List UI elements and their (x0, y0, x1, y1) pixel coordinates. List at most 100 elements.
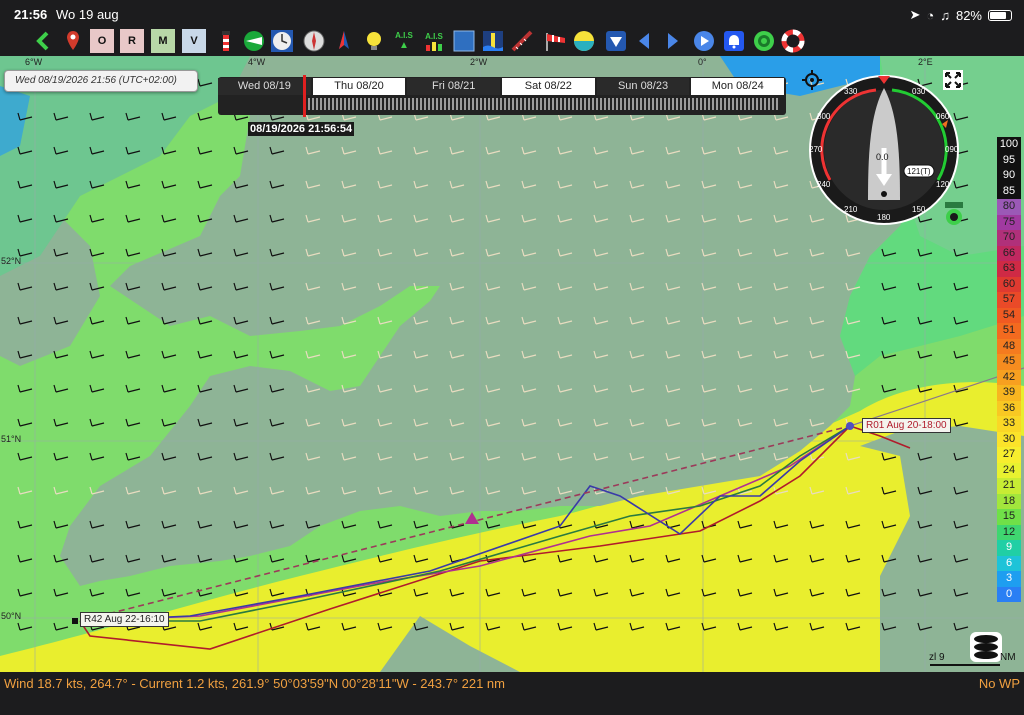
legend-value: 70 (997, 230, 1021, 246)
timeline-steps[interactable] (308, 98, 778, 110)
ruler-icon[interactable] (510, 29, 534, 53)
location-icon: ➤ (909, 7, 921, 22)
legend-value: 48 (997, 338, 1021, 354)
legend-value: 30 (997, 431, 1021, 447)
lat-label-51n: 51°N (1, 434, 22, 444)
tide-station-icon[interactable] (481, 29, 505, 53)
ais-icon[interactable]: A.I.S ▲ (390, 29, 418, 53)
play-icon[interactable] (692, 29, 716, 53)
wind-speed-legend: 100 95 90 85 80 75 70 66 63 60 57 54 51 48 45 42 39 36 33 3… (997, 137, 1021, 602)
legend-value: 85 (997, 183, 1021, 199)
route-start-label[interactable]: R01 Aug 20-18:00 (862, 418, 951, 433)
lon-label-6w: 6°W (25, 57, 43, 67)
timeline-cursor[interactable] (303, 75, 306, 117)
ios-status-bar: 21:56 Wo 19 aug ➤ ◔ ♫ 82% (0, 0, 1024, 28)
lon-label-0: 0° (698, 57, 707, 67)
legend-value: 80 (997, 199, 1021, 215)
arrow-left-icon[interactable] (633, 29, 657, 53)
heading-270: 270 (809, 145, 823, 154)
legend-value: 3 (997, 571, 1021, 587)
battery-percent: 82% (955, 7, 982, 23)
windsock-icon[interactable] (544, 29, 568, 53)
legend-value: 0 (997, 586, 1021, 602)
chart-m-icon[interactable]: M (151, 29, 175, 53)
waypoint-list-icon[interactable] (604, 29, 628, 53)
chart-v-label: V (190, 35, 198, 47)
ais-marker: ▲ (399, 40, 409, 51)
lighthouse-icon[interactable] (214, 29, 238, 53)
heading-180: 180 (877, 213, 891, 222)
legend-value: 21 (997, 478, 1021, 494)
heading-330: 330 (844, 87, 858, 96)
legend-value: 24 (997, 462, 1021, 478)
chart-o-icon[interactable]: O (90, 29, 114, 53)
legend-value: 36 (997, 400, 1021, 416)
forecast-timeline[interactable]: Wed 08/19 Thu 08/20 Fri 08/21 Sat 08/22 … (218, 75, 786, 117)
route-start-marker[interactable] (846, 422, 854, 430)
wifi-icon: ◔ (926, 7, 935, 23)
waypoint-status[interactable]: No WP (979, 676, 1020, 691)
heading-210: 210 (844, 205, 858, 214)
lon-label-4w: 4°W (248, 57, 266, 67)
scale-bar (930, 664, 1000, 666)
clock-compass-icon[interactable] (270, 29, 294, 53)
compass-speed: 0.0 (876, 152, 889, 162)
cursor-info: Wind 18.7 kts, 264.7° - Current 1.2 kts,… (4, 676, 505, 691)
map-pin-icon[interactable] (61, 29, 85, 53)
legend-value: 12 (997, 524, 1021, 540)
target-green-icon[interactable] (752, 29, 776, 53)
chart-o-label: O (97, 35, 107, 47)
ais-bars-icon[interactable]: A.I.S (420, 29, 448, 53)
zoom-level: zl 9 (929, 652, 945, 663)
legend-value: 63 (997, 261, 1021, 277)
lat-label-52n: 52°N (1, 256, 22, 266)
back-chevron-icon[interactable] (32, 29, 56, 53)
legend-value: 9 (997, 540, 1021, 556)
scale-unit: NM (1000, 652, 1016, 663)
grib-weather-icon[interactable] (572, 29, 596, 53)
legend-value: 57 (997, 292, 1021, 308)
legend-value: 18 (997, 493, 1021, 509)
chart-r-label: R (128, 35, 136, 47)
chart-v-icon[interactable]: V (182, 29, 206, 53)
north-arrow-icon[interactable] (332, 29, 356, 53)
sailing-icon[interactable] (242, 29, 266, 53)
legend-value: 54 (997, 307, 1021, 323)
lifebuoy-icon[interactable] (781, 29, 805, 53)
lightbulb-icon[interactable] (362, 29, 386, 53)
legend-value: 15 (997, 509, 1021, 525)
timeline-day[interactable]: Sat 08/22 (502, 78, 595, 95)
timeline-day[interactable]: Fri 08/21 (407, 78, 501, 95)
timeline-day[interactable]: Wed 08/19 (218, 78, 311, 95)
compass-rose[interactable]: 330 030 300 060 270 090 240 120 210 150 … (806, 74, 962, 226)
compass-bearing: 121(T) (907, 167, 931, 176)
ais-label: A.I.S (395, 31, 413, 40)
timeline-day[interactable]: Sun 08/23 (596, 78, 690, 95)
headphones-icon: ♫ (940, 7, 950, 23)
timeline-day[interactable]: Mon 08/24 (691, 78, 785, 95)
legend-value: 100 (997, 137, 1021, 153)
mob-icon[interactable] (943, 202, 965, 226)
toolbar: O R M V A.I.S ▲ A.I.S (0, 28, 1024, 56)
lon-label-2e: 2°E (918, 57, 933, 67)
compass-icon[interactable] (302, 29, 326, 53)
timeline-day[interactable]: Thu 08/20 (312, 78, 406, 95)
status-time: 21:56 (14, 7, 48, 22)
status-date: Wo 19 aug (56, 7, 119, 22)
legend-value: 42 (997, 369, 1021, 385)
route-end-marker[interactable] (72, 618, 78, 624)
heading-120: 120 (936, 180, 950, 189)
app-root: 21:56 Wo 19 aug ➤ ◔ ♫ 82% O R M V A.I.S ▲… (0, 0, 1024, 715)
heading-060: 060 (936, 112, 950, 121)
layer-icon[interactable] (452, 29, 476, 53)
legend-value: 6 (997, 555, 1021, 571)
route-end-label[interactable]: R42 Aug 22-16:10 (80, 612, 169, 627)
arrow-right-icon[interactable] (660, 29, 684, 53)
date-time-label[interactable]: Wed 08/19/2026 21:56 (UTC+02:00) (4, 70, 198, 92)
bottom-info-bar: Wind 18.7 kts, 264.7° - Current 1.2 kts,… (0, 672, 1024, 715)
alarm-bell-icon[interactable] (722, 29, 746, 53)
legend-value: 33 (997, 416, 1021, 432)
chart-r-icon[interactable]: R (120, 29, 144, 53)
layers-menu-icon[interactable] (970, 632, 1002, 662)
ais-bars-label: A.I.S (425, 31, 443, 41)
